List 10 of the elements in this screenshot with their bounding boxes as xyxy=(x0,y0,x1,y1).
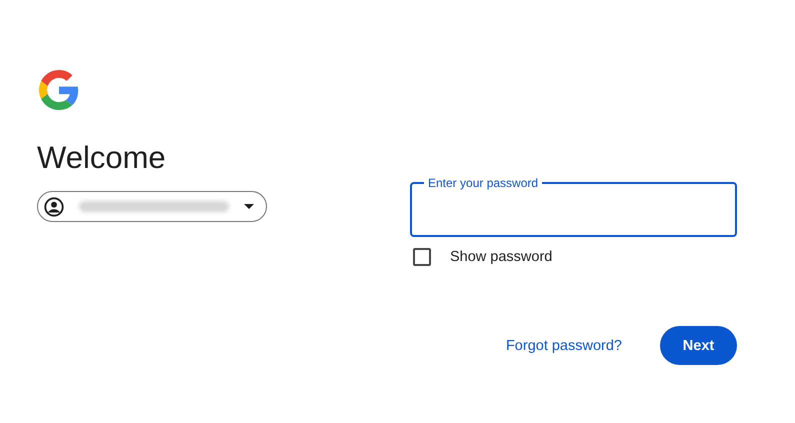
google-logo xyxy=(39,70,79,110)
account-chip[interactable] xyxy=(37,191,267,222)
password-field[interactable]: Enter your password xyxy=(410,177,737,237)
forgot-password-link[interactable]: Forgot password? xyxy=(506,338,622,354)
account-icon xyxy=(43,196,65,218)
next-button[interactable]: Next xyxy=(660,326,737,365)
caret-icon xyxy=(244,204,254,209)
show-password-label: Show password xyxy=(450,249,552,265)
show-password-checkbox[interactable] xyxy=(413,248,431,266)
welcome-heading: Welcome xyxy=(37,140,166,176)
